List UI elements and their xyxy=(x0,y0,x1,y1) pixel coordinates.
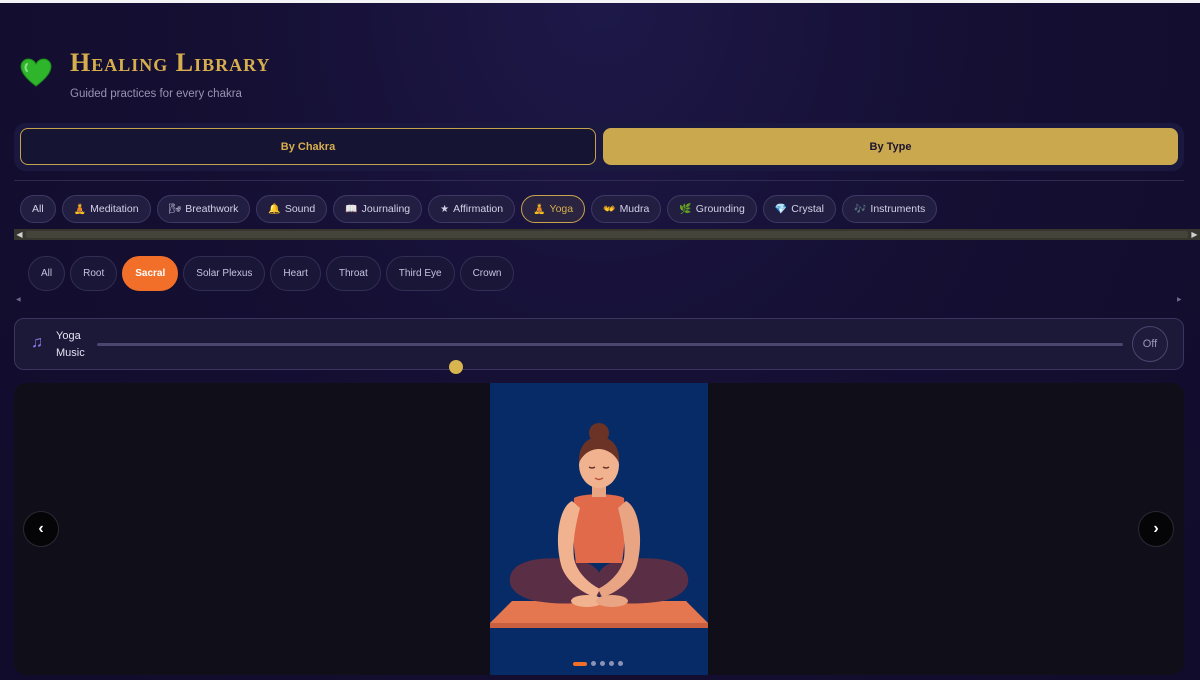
horizontal-scrollbar[interactable]: ◀ ▶ xyxy=(14,229,1200,240)
type-filter-crystal[interactable]: 💎 Crystal xyxy=(762,195,836,223)
carousel-next-button[interactable]: › xyxy=(1138,511,1174,547)
carousel-prev-button[interactable]: ‹ xyxy=(23,511,59,547)
type-filter-breathwork[interactable]: 🌬 Breathwork xyxy=(156,195,251,223)
music-icon: 🎶 xyxy=(853,203,867,215)
type-filter-label: Affirmation xyxy=(453,203,504,215)
by-chakra-button[interactable]: By Chakra xyxy=(20,128,596,165)
page-subtitle: Guided practices for every chakra xyxy=(70,88,242,100)
carousel-dot[interactable] xyxy=(618,661,623,666)
star-icon: ★ xyxy=(440,203,450,215)
bell-icon: 🔔 xyxy=(268,203,281,215)
type-filter-label: Crystal xyxy=(791,203,824,215)
type-filter-label: Instruments xyxy=(870,203,926,215)
chakra-filter-row: All Root Sacral Solar Plexus Heart Throa… xyxy=(28,255,515,291)
section-divider xyxy=(14,180,1184,181)
type-filter-label: All xyxy=(32,203,44,215)
volume-slider-knob[interactable] xyxy=(449,360,464,374)
type-filter-mudra[interactable]: 👐 Mudra xyxy=(591,195,662,223)
type-filter-label: Journaling xyxy=(361,203,411,215)
type-filter-label: Grounding xyxy=(695,203,745,215)
music-note-icon: ♫ xyxy=(31,334,43,351)
carousel-dots xyxy=(573,661,623,666)
type-filter-label: Sound xyxy=(284,203,316,215)
type-filter-sound[interactable]: 🔔 Sound xyxy=(256,195,328,223)
chakra-scroll-left-icon[interactable]: ◀ xyxy=(16,296,21,303)
type-filter-meditation[interactable]: 🧘 Meditation xyxy=(61,195,151,223)
chakra-filter-all[interactable]: All xyxy=(28,255,66,291)
chakra-scroll-right-icon[interactable]: ▶ xyxy=(1177,296,1182,303)
scrollbar-thumb[interactable] xyxy=(26,231,1188,238)
type-filter-grounding[interactable]: 🌿 Grounding xyxy=(667,195,757,223)
practice-carousel: ‹ › xyxy=(14,383,1184,675)
yoga-illustration xyxy=(490,383,708,675)
type-filter-journaling[interactable]: 📖 Journaling xyxy=(333,195,423,223)
type-filter-label: Yoga xyxy=(549,203,574,215)
chakra-filter-heart[interactable]: Heart xyxy=(270,255,321,291)
type-filter-label: Breathwork xyxy=(185,203,239,215)
music-toggle-button[interactable]: Off xyxy=(1132,326,1168,362)
carousel-dot[interactable] xyxy=(600,661,605,666)
page-header: Healing Library Guided practices for eve… xyxy=(20,46,620,106)
green-heart-icon xyxy=(20,58,52,87)
page-title: Healing Library xyxy=(70,48,271,77)
hands-icon: 👐 xyxy=(603,203,616,215)
leaf-icon: 🌿 xyxy=(679,203,692,215)
chakra-filter-root[interactable]: Root xyxy=(70,255,118,291)
type-filter-label: Mudra xyxy=(619,203,650,215)
yoga-icon: 🧘 xyxy=(533,203,546,215)
book-icon: 📖 xyxy=(345,203,358,215)
music-player: ♫ Yoga Music Off xyxy=(14,318,1184,374)
type-filter-affirmation[interactable]: ★ Affirmation xyxy=(428,195,516,223)
music-label: Yoga Music xyxy=(56,330,85,359)
chakra-filter-third-eye[interactable]: Third Eye xyxy=(385,255,455,291)
meditation-icon: 🧘 xyxy=(73,203,87,215)
volume-slider[interactable] xyxy=(97,343,1123,374)
type-filter-row: All 🧘 Meditation 🌬 Breathwork 🔔 Sound 📖 Jour… xyxy=(20,194,938,224)
carousel-dot[interactable] xyxy=(609,661,614,666)
carousel-dot[interactable] xyxy=(591,661,596,666)
type-filter-all[interactable]: All xyxy=(20,195,56,223)
crystal-icon: 💎 xyxy=(774,203,788,215)
type-filter-label: Meditation xyxy=(90,203,139,215)
type-filter-yoga[interactable]: 🧘 Yoga xyxy=(521,195,586,223)
chakra-filter-crown[interactable]: Crown xyxy=(459,255,515,291)
chakra-filter-throat[interactable]: Throat xyxy=(325,255,381,291)
mode-toggle: By Chakra By Type xyxy=(14,123,1184,171)
chakra-filter-solar-plexus[interactable]: Solar Plexus xyxy=(183,255,266,291)
chakra-filter-sacral[interactable]: Sacral xyxy=(122,255,179,291)
carousel-dot[interactable] xyxy=(573,661,587,666)
type-filter-instruments[interactable]: 🎶 Instruments xyxy=(841,195,938,223)
breathwork-icon: 🌬 xyxy=(168,203,182,215)
scroll-right-icon[interactable]: ▶ xyxy=(1189,229,1200,240)
scroll-left-icon[interactable]: ◀ xyxy=(14,229,25,240)
by-type-button[interactable]: By Type xyxy=(603,128,1178,165)
